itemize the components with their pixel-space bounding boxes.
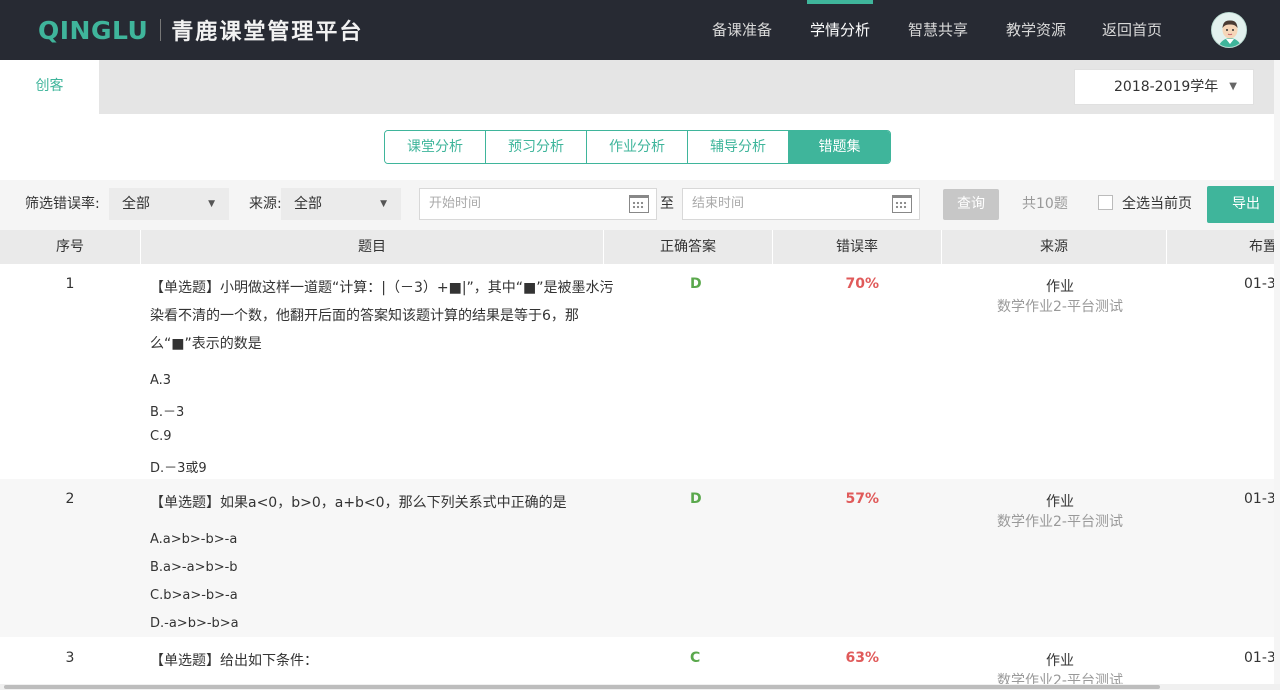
brand-logo[interactable]: QINGLU 青鹿课堂管理平台 [38,14,363,46]
option-d: D.－3或9 [150,461,207,476]
class-tab[interactable]: 创客 [0,60,99,114]
question-text: 【单选题】如果a<0，b>0，a+b<0，那么下列关系式中正确的是 [150,495,567,511]
question-text: 【单选题】给出如下条件： [150,653,318,669]
table-row[interactable]: 1 【单选题】小明做这样一道题“计算：|（－3）+■|”，其中“■”是被墨水污染… [0,264,1280,479]
avatar-icon [1212,13,1246,47]
error-rate: 57% [845,491,879,507]
row-number: 1 [65,276,75,292]
error-rate: 63% [845,650,879,666]
source-select[interactable]: 全部 ▼ [281,188,401,220]
assigned-date: 01-3 [1244,650,1276,666]
analysis-tabs: 课堂分析 预习分析 作业分析 辅导分析 错题集 [384,130,891,164]
source-type: 作业 [1046,494,1074,510]
school-year-select[interactable]: 2018-2019学年 ▼ [1074,69,1254,105]
nav-item-teaching-resources[interactable]: 教学资源 [1006,0,1066,60]
tab-preview-analysis[interactable]: 预习分析 [486,131,587,163]
tab-wrong-questions[interactable]: 错题集 [789,131,890,163]
assigned-date: 01-3 [1244,491,1276,507]
row-number: 3 [65,650,75,666]
start-date-placeholder: 开始时间 [429,196,482,211]
source-filter-label: 来源: [249,196,282,212]
source-detail: 数学作业2-平台测试 [997,514,1123,530]
error-rate-select[interactable]: 全部 ▼ [109,188,229,220]
calendar-icon[interactable] [892,195,912,213]
horizontal-scrollbar[interactable] [0,684,1280,690]
option-b: B.a>-a>b>-b [150,560,238,575]
error-rate-select-value: 全部 [122,196,150,212]
start-date-input[interactable]: 开始时间 [419,188,657,220]
column-header-no: 序号 [0,230,141,264]
source-detail: 数学作业2-平台测试 [997,673,1123,684]
correct-answer: D [690,276,702,292]
school-year-value: 2018-2019学年 [1114,79,1219,95]
scrollbar-thumb[interactable] [4,685,1160,689]
select-all-label[interactable]: 全选当前页 [1122,180,1192,228]
select-all-checkbox[interactable] [1098,195,1113,210]
option-b: B.－3 [150,405,185,420]
column-header-question: 题目 [141,230,604,264]
brand-divider [160,19,162,41]
option-c: C.b>a>-b>-a [150,588,238,603]
row-number: 2 [65,491,75,507]
user-avatar[interactable] [1211,12,1247,48]
caret-down-icon: ▼ [1229,81,1237,92]
option-a: A.3 [150,373,172,388]
filter-bar: 筛选错误率: 全部 ▼ 来源: 全部 ▼ 开始时间 至 结束时间 查询 共10题… [0,180,1280,230]
table-header: 序号 题目 正确答案 错误率 来源 布置 [0,230,1280,264]
end-date-input[interactable]: 结束时间 [682,188,920,220]
brand-logo-text: QINGLU [38,15,149,45]
column-header-error-rate: 错误率 [773,230,942,264]
error-rate: 70% [845,276,879,292]
export-button[interactable]: 导出 [1207,186,1280,223]
correct-answer: D [690,491,702,507]
tab-tutoring-analysis[interactable]: 辅导分析 [688,131,789,163]
source-type: 作业 [1046,653,1074,669]
sub-header: 创客 2018-2019学年 ▼ [0,60,1280,114]
end-date-placeholder: 结束时间 [692,196,745,211]
nav-item-smart-share[interactable]: 智慧共享 [908,0,968,60]
option-a: A.a>b>-b>-a [150,532,238,547]
error-rate-filter-label: 筛选错误率: [25,196,100,212]
table-row[interactable]: 3 【单选题】给出如下条件： C 63% 作业 数学作业2-平台测试 01-3 [0,637,1280,684]
tab-homework-analysis[interactable]: 作业分析 [587,131,688,163]
tab-classroom-analysis[interactable]: 课堂分析 [385,131,486,163]
nav-item-home[interactable]: 返回首页 [1102,0,1162,60]
question-count: 共10题 [1022,196,1068,212]
option-d: D.-a>b>-b>a [150,616,239,631]
column-header-answer: 正确答案 [604,230,773,264]
source-type: 作业 [1046,279,1074,295]
vertical-scrollbar[interactable] [1274,60,1280,684]
query-button[interactable]: 查询 [943,189,999,220]
assigned-date: 01-3 [1244,276,1276,292]
nav-item-learning-analysis[interactable]: 学情分析 [806,0,874,60]
column-header-assigned: 布置 [1167,230,1280,264]
table-row[interactable]: 2 【单选题】如果a<0，b>0，a+b<0，那么下列关系式中正确的是 A.a>… [0,479,1280,637]
date-range-separator: 至 [660,196,674,212]
brand-name: 青鹿课堂管理平台 [171,20,364,45]
source-select-value: 全部 [294,196,322,212]
source-detail: 数学作业2-平台测试 [997,299,1123,315]
correct-answer: C [690,650,701,666]
column-header-source: 来源 [942,230,1167,264]
question-text: 【单选题】小明做这样一道题“计算：|（－3）+■|”，其中“■”是被墨水污染看不… [150,280,614,352]
calendar-icon[interactable] [629,195,649,213]
caret-down-icon: ▼ [208,199,215,209]
nav-item-lesson-prep[interactable]: 备课准备 [712,0,772,60]
option-c: C.9 [150,429,172,444]
caret-down-icon: ▼ [380,199,387,209]
top-nav-bar: QINGLU 青鹿课堂管理平台 备课准备 学情分析 智慧共享 教学资源 返回首页 [0,0,1280,60]
